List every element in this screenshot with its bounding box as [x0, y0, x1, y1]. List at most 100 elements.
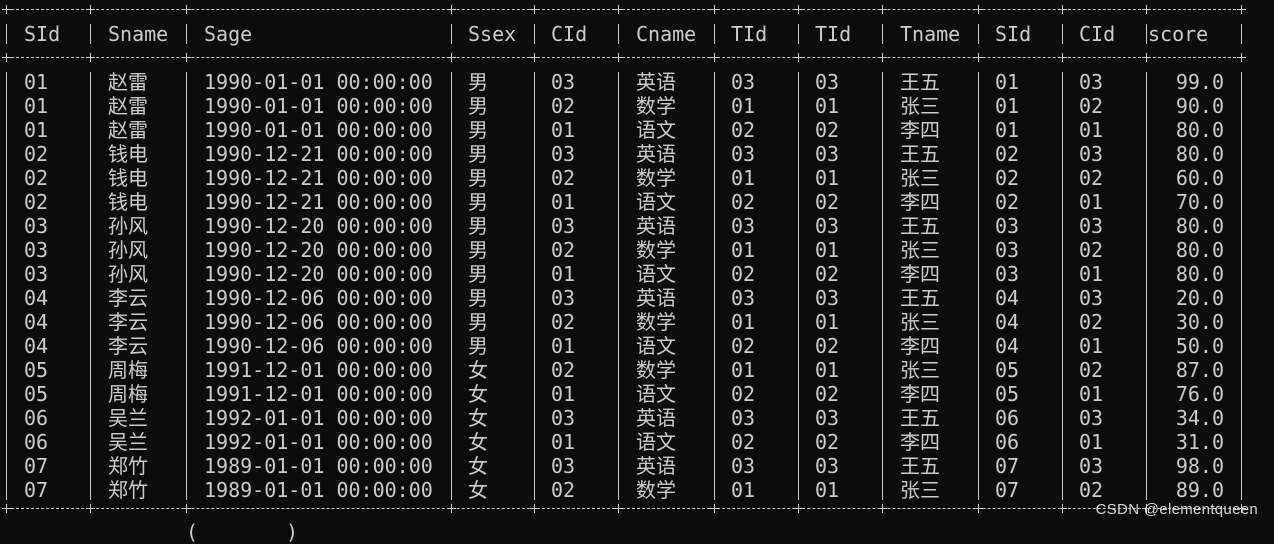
table-corner: [614, 5, 623, 14]
table-cell: 男: [468, 142, 488, 166]
column-separator: [1146, 72, 1147, 500]
column-separator: [978, 24, 979, 44]
table-cell: 03: [815, 214, 840, 238]
table-cell: 30.0: [1175, 310, 1224, 334]
table-cell: 张三: [900, 478, 940, 502]
table-cell: 03: [1079, 214, 1104, 238]
table-cell: 01: [24, 70, 49, 94]
table-cell: 04: [24, 286, 49, 310]
table-corner: [1142, 53, 1151, 62]
table-cell: 05: [995, 358, 1020, 382]
table-cell: 孙风: [108, 262, 148, 286]
table-corner: [2, 53, 11, 62]
table-cell: 01: [731, 94, 756, 118]
table-corner: [86, 53, 95, 62]
table-cell: 语文: [636, 118, 676, 142]
table-cell: 80.0: [1175, 142, 1224, 166]
table-cell: 02: [551, 238, 576, 262]
table-cell: 02: [815, 262, 840, 286]
table-cell: 张三: [900, 238, 940, 262]
table-cell: 男: [468, 166, 488, 190]
column-separator: [451, 72, 452, 500]
table-cell: 01: [815, 358, 840, 382]
table-cell: 07: [995, 478, 1020, 502]
table-cell: 女: [468, 382, 488, 406]
table-cell: 1990-01-01 00:00:00: [204, 118, 433, 142]
table-cell: 钱电: [108, 142, 148, 166]
table-cell: 60.0: [1175, 166, 1224, 190]
table-cell: 01: [815, 238, 840, 262]
table-corner: [614, 53, 623, 62]
column-header: TId: [815, 22, 852, 46]
table-cell: 02: [551, 310, 576, 334]
table-cell: 03: [24, 214, 49, 238]
table-corner: [182, 5, 191, 14]
column-separator: [1146, 24, 1147, 44]
table-cell: 05: [24, 382, 49, 406]
table-cell: 06: [995, 406, 1020, 430]
column-separator: [534, 24, 535, 44]
table-corner: [1058, 504, 1067, 513]
table-cell: 张三: [900, 310, 940, 334]
table-cell: 女: [468, 406, 488, 430]
column-separator: [1062, 72, 1063, 500]
table-corner: [1142, 5, 1151, 14]
table-cell: 1990-12-20 00:00:00: [204, 214, 433, 238]
table-cell: 张三: [900, 94, 940, 118]
table-cell: 02: [815, 430, 840, 454]
column-separator: [90, 24, 91, 44]
table-cell: 语文: [636, 262, 676, 286]
table-cell: 03: [1079, 142, 1104, 166]
table-cell: 02: [731, 262, 756, 286]
table-cell: 1990-01-01 00:00:00: [204, 94, 433, 118]
table-cell: 03: [551, 142, 576, 166]
table-cell: 03: [815, 142, 840, 166]
column-separator: [186, 24, 187, 44]
table-cell: 01: [815, 166, 840, 190]
table-cell: 03: [995, 262, 1020, 286]
table-cell: 02: [731, 430, 756, 454]
table-cell: 张三: [900, 358, 940, 382]
table-cell: 张三: [900, 166, 940, 190]
table-cell: 1990-12-21 00:00:00: [204, 142, 433, 166]
table-cell: 王五: [900, 406, 940, 430]
table-cell: 01: [1079, 334, 1104, 358]
table-cell: 03: [731, 70, 756, 94]
table-cell: 03: [731, 286, 756, 310]
table-cell: 02: [995, 190, 1020, 214]
table-cell: 07: [995, 454, 1020, 478]
table-cell: 70.0: [1175, 190, 1224, 214]
table-cell: 语文: [636, 382, 676, 406]
table-cell: 98.0: [1175, 454, 1224, 478]
table-cell: 03: [815, 454, 840, 478]
table-cell: 34.0: [1175, 406, 1224, 430]
table-corner: [710, 53, 719, 62]
column-header: Tname: [900, 22, 961, 46]
table-cell: 女: [468, 430, 488, 454]
table-cell: 李四: [900, 334, 940, 358]
table-corner: [1237, 5, 1246, 14]
table-cell: 07: [24, 478, 49, 502]
table-cell: 英语: [636, 406, 676, 430]
column-separator: [798, 72, 799, 500]
table-cell: 02: [815, 382, 840, 406]
table-cell: 数学: [636, 478, 676, 502]
table-corner: [447, 53, 456, 62]
footer-text-partial-right: ): [286, 520, 299, 544]
table-cell: 76.0: [1175, 382, 1224, 406]
table-cell: 03: [731, 406, 756, 430]
table-cell: 02: [1079, 310, 1104, 334]
table-cell: 男: [468, 190, 488, 214]
column-separator: [978, 72, 979, 500]
table-cell: 99.0: [1175, 70, 1224, 94]
table-cell: 02: [24, 166, 49, 190]
column-separator: [1241, 72, 1242, 500]
table-corner: [710, 5, 719, 14]
table-corner: [530, 504, 539, 513]
table-cell: 1989-01-01 00:00:00: [204, 478, 433, 502]
table-cell: 01: [551, 334, 576, 358]
column-header: CId: [551, 22, 588, 46]
table-cell: 03: [815, 70, 840, 94]
table-cell: 03: [1079, 286, 1104, 310]
table-cell: 李四: [900, 118, 940, 142]
